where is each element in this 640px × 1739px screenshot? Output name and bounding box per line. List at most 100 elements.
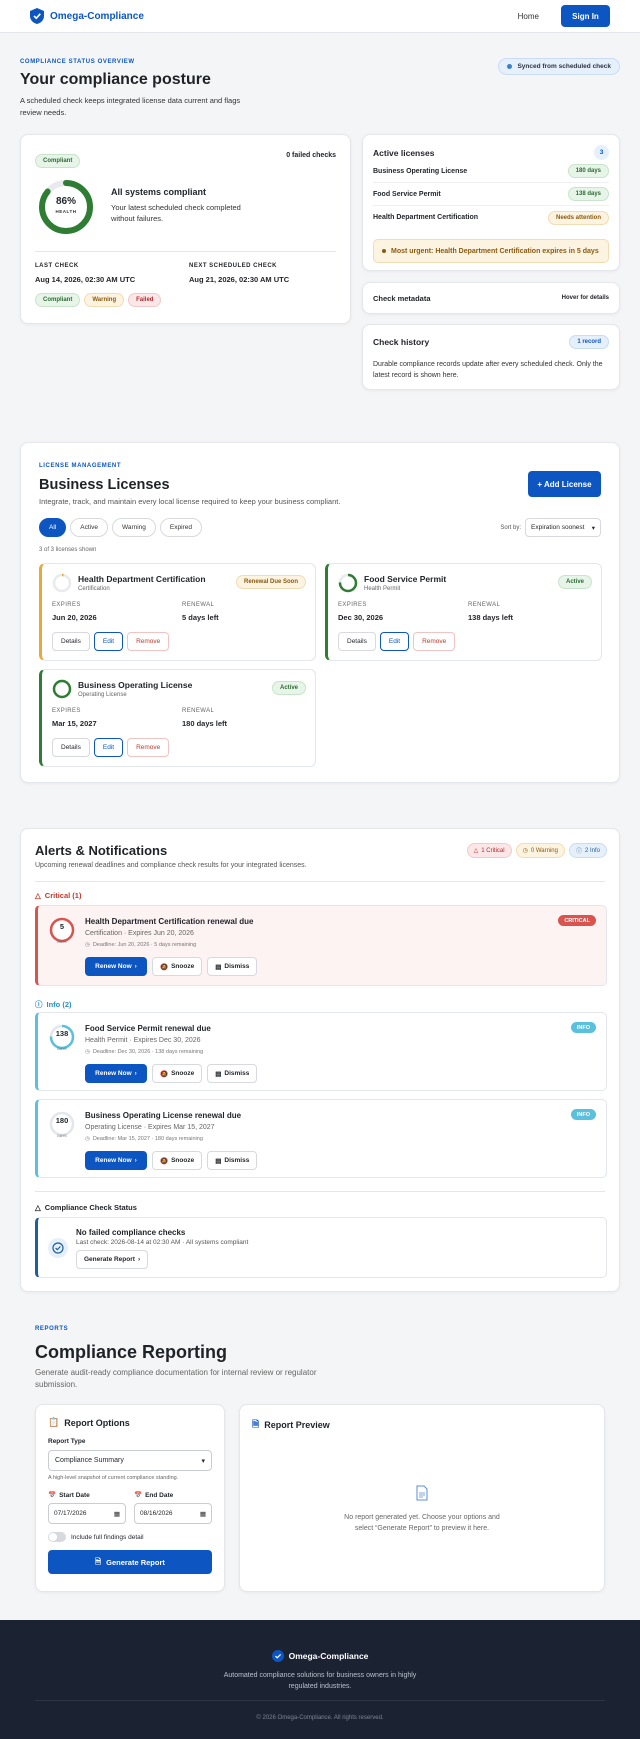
report-preview-empty-text: No report generated yet. Choose your opt… bbox=[344, 1514, 500, 1533]
brand-name: Omega-Compliance bbox=[50, 10, 144, 22]
license-name: Health Department Certification bbox=[373, 214, 479, 221]
filter-all[interactable]: All bbox=[39, 518, 67, 537]
business-licenses-section: LICENSE MANAGEMENT Business Licenses Int… bbox=[20, 442, 620, 783]
next-check-value: Aug 21, 2026, 02:30 AM UTC bbox=[189, 275, 290, 284]
warning-triangle-icon: △ bbox=[473, 848, 479, 854]
report-preview-empty: No report generated yet. Choose your opt… bbox=[240, 1485, 604, 1534]
check-status-title: Compliance Check Status bbox=[44, 1203, 137, 1212]
expires-value: Jun 20, 2026 bbox=[52, 613, 97, 622]
alert-item: 138 DAYS Food Service Permit renewal due … bbox=[35, 1012, 607, 1091]
start-date-label: Start Date bbox=[59, 1491, 90, 1499]
renewal-progress-ring bbox=[52, 573, 72, 593]
snooze-button[interactable]: 🔕 Snooze bbox=[152, 1151, 203, 1170]
critical-count-badge: △ 1 Critical bbox=[466, 843, 512, 858]
last-check-value: Aug 14, 2026, 02:30 AM UTC bbox=[35, 275, 136, 284]
alert-subtitle: Operating License · Expires Mar 15, 2027 bbox=[85, 1124, 215, 1131]
remove-button[interactable]: Remove bbox=[127, 632, 170, 651]
end-date-input[interactable]: 08/16/2026 ▦ bbox=[134, 1503, 212, 1524]
next-check: NEXT SCHEDULED CHECK Aug 21, 2026, 02:30… bbox=[189, 263, 289, 284]
expires-label: EXPIRES bbox=[52, 602, 81, 608]
clock-icon: ◷ bbox=[85, 942, 90, 948]
edit-button[interactable]: Edit bbox=[93, 632, 124, 651]
alert-deadline: ◷ Deadline: Dec 30, 2026 · 138 days remai… bbox=[85, 1049, 203, 1055]
bell-off-icon: 🔕 bbox=[160, 963, 169, 971]
footer-brand: Omega-Compliance bbox=[0, 1650, 640, 1662]
report-type-select[interactable]: Compliance Summary ▾ bbox=[48, 1450, 212, 1471]
filter-warning[interactable]: Warning bbox=[111, 518, 156, 537]
license-card-type: Operating License bbox=[78, 692, 127, 698]
renew-now-button[interactable]: Renew Now › bbox=[85, 957, 147, 976]
remove-button[interactable]: Remove bbox=[127, 738, 170, 757]
list-item: Business Operating License 180 days bbox=[373, 160, 609, 183]
check-metadata-title: Check metadata bbox=[373, 293, 431, 303]
critical-group-heading: △ Critical (1) bbox=[35, 891, 81, 900]
footer-brand-name: Omega-Compliance bbox=[288, 1651, 369, 1661]
renew-now-button[interactable]: Renew Now › bbox=[85, 1151, 147, 1170]
dismiss-button[interactable]: ▤ Dismiss bbox=[207, 1064, 258, 1083]
renew-now-button[interactable]: Renew Now › bbox=[85, 1064, 147, 1083]
generate-report-button[interactable]: 🗎 Generate Report bbox=[48, 1550, 212, 1574]
footer-description-text: Automated compliance solutions for busin… bbox=[223, 1672, 417, 1691]
archive-icon: ▤ bbox=[215, 1070, 222, 1078]
status-dot-icon bbox=[507, 64, 513, 69]
sort-label: Sort by: bbox=[500, 524, 521, 531]
divider bbox=[35, 1191, 605, 1192]
report-preview-title: Report Preview bbox=[264, 1420, 330, 1430]
license-card: Food Service Permit Health Permit Active… bbox=[325, 563, 602, 661]
clock-icon: ◷ bbox=[522, 848, 528, 854]
details-button[interactable]: Details bbox=[338, 632, 376, 651]
needs-attention-badge: Needs attention bbox=[547, 210, 609, 225]
check-history-title: Check history bbox=[373, 337, 430, 347]
expires-value: Dec 30, 2026 bbox=[338, 613, 384, 622]
renew-label: Renew Now bbox=[95, 963, 132, 970]
sign-in-button[interactable]: Sign In bbox=[561, 5, 610, 27]
details-button[interactable]: Details bbox=[52, 632, 90, 651]
alert-item: 180 DAYS Business Operating License renew… bbox=[35, 1099, 607, 1178]
licenses-lead: Integrate, track, and maintain every loc… bbox=[39, 497, 341, 506]
bell-off-icon: 🔕 bbox=[160, 1070, 169, 1078]
license-card-type: Certification bbox=[78, 586, 110, 592]
sort-select[interactable]: Expiration soonest ▾ bbox=[525, 518, 601, 537]
check-status-subtitle: Last check: 2026-08-14 at 02:30 AM · All… bbox=[76, 1239, 249, 1246]
details-button[interactable]: Details bbox=[52, 738, 90, 757]
clock-icon: ◷ bbox=[85, 1136, 90, 1142]
dismiss-label: Dismiss bbox=[224, 1157, 250, 1164]
licenses-title: Business Licenses bbox=[39, 477, 170, 493]
license-filters: All Active Warning Expired bbox=[39, 518, 202, 537]
filter-active[interactable]: Active bbox=[70, 518, 108, 537]
snooze-label: Snooze bbox=[171, 963, 195, 970]
alert-title: Business Operating License renewal due bbox=[85, 1111, 242, 1120]
start-date-input[interactable]: 07/17/2026 ▦ bbox=[48, 1503, 126, 1524]
snooze-button[interactable]: 🔕 Snooze bbox=[152, 1064, 203, 1083]
brand[interactable]: Omega-Compliance bbox=[30, 8, 144, 24]
reports-title: Compliance Reporting bbox=[35, 1342, 228, 1362]
full-detail-toggle[interactable] bbox=[48, 1532, 66, 1542]
filter-expired[interactable]: Expired bbox=[159, 518, 202, 537]
info-tag: INFO bbox=[570, 1022, 596, 1033]
check-history-text: Durable compliance records update after … bbox=[373, 361, 603, 380]
renewal-value: 5 days left bbox=[182, 613, 219, 622]
snooze-button[interactable]: 🔕 Snooze bbox=[152, 957, 203, 976]
alerts-section: Alerts & Notifications Upcoming renewal … bbox=[20, 828, 620, 1292]
add-license-button[interactable]: + Add License bbox=[528, 471, 601, 497]
generate-report-button[interactable]: Generate Report › bbox=[76, 1250, 149, 1269]
report-options-title: Report Options bbox=[64, 1417, 130, 1428]
edit-button[interactable]: Edit bbox=[93, 738, 124, 757]
bell-off-icon: 🔕 bbox=[160, 1157, 169, 1165]
check-status-title: No failed compliance checks bbox=[76, 1228, 186, 1237]
nav-home-link[interactable]: Home bbox=[518, 12, 539, 21]
legend-failed: Failed bbox=[128, 293, 162, 307]
dismiss-button[interactable]: ▤ Dismiss bbox=[207, 1151, 258, 1170]
list-item: Health Department Certification Needs at… bbox=[373, 206, 609, 229]
expires-label: EXPIRES bbox=[338, 602, 367, 608]
check-metadata-card[interactable]: Check metadata Hover for details bbox=[362, 282, 620, 314]
hero-lead: A scheduled check keeps integrated licen… bbox=[20, 96, 241, 117]
deadline-text: Deadline: Mar 15, 2027 · 180 days remain… bbox=[92, 1136, 203, 1142]
failed-checks-count: 0 failed checks bbox=[286, 152, 336, 159]
edit-button[interactable]: Edit bbox=[379, 632, 410, 651]
renewal-label: RENEWAL bbox=[182, 602, 215, 608]
check-circle-icon bbox=[48, 1238, 68, 1258]
dismiss-button[interactable]: ▤ Dismiss bbox=[207, 957, 258, 976]
critical-tag: CRITICAL bbox=[558, 915, 596, 926]
remove-button[interactable]: Remove bbox=[413, 632, 456, 651]
